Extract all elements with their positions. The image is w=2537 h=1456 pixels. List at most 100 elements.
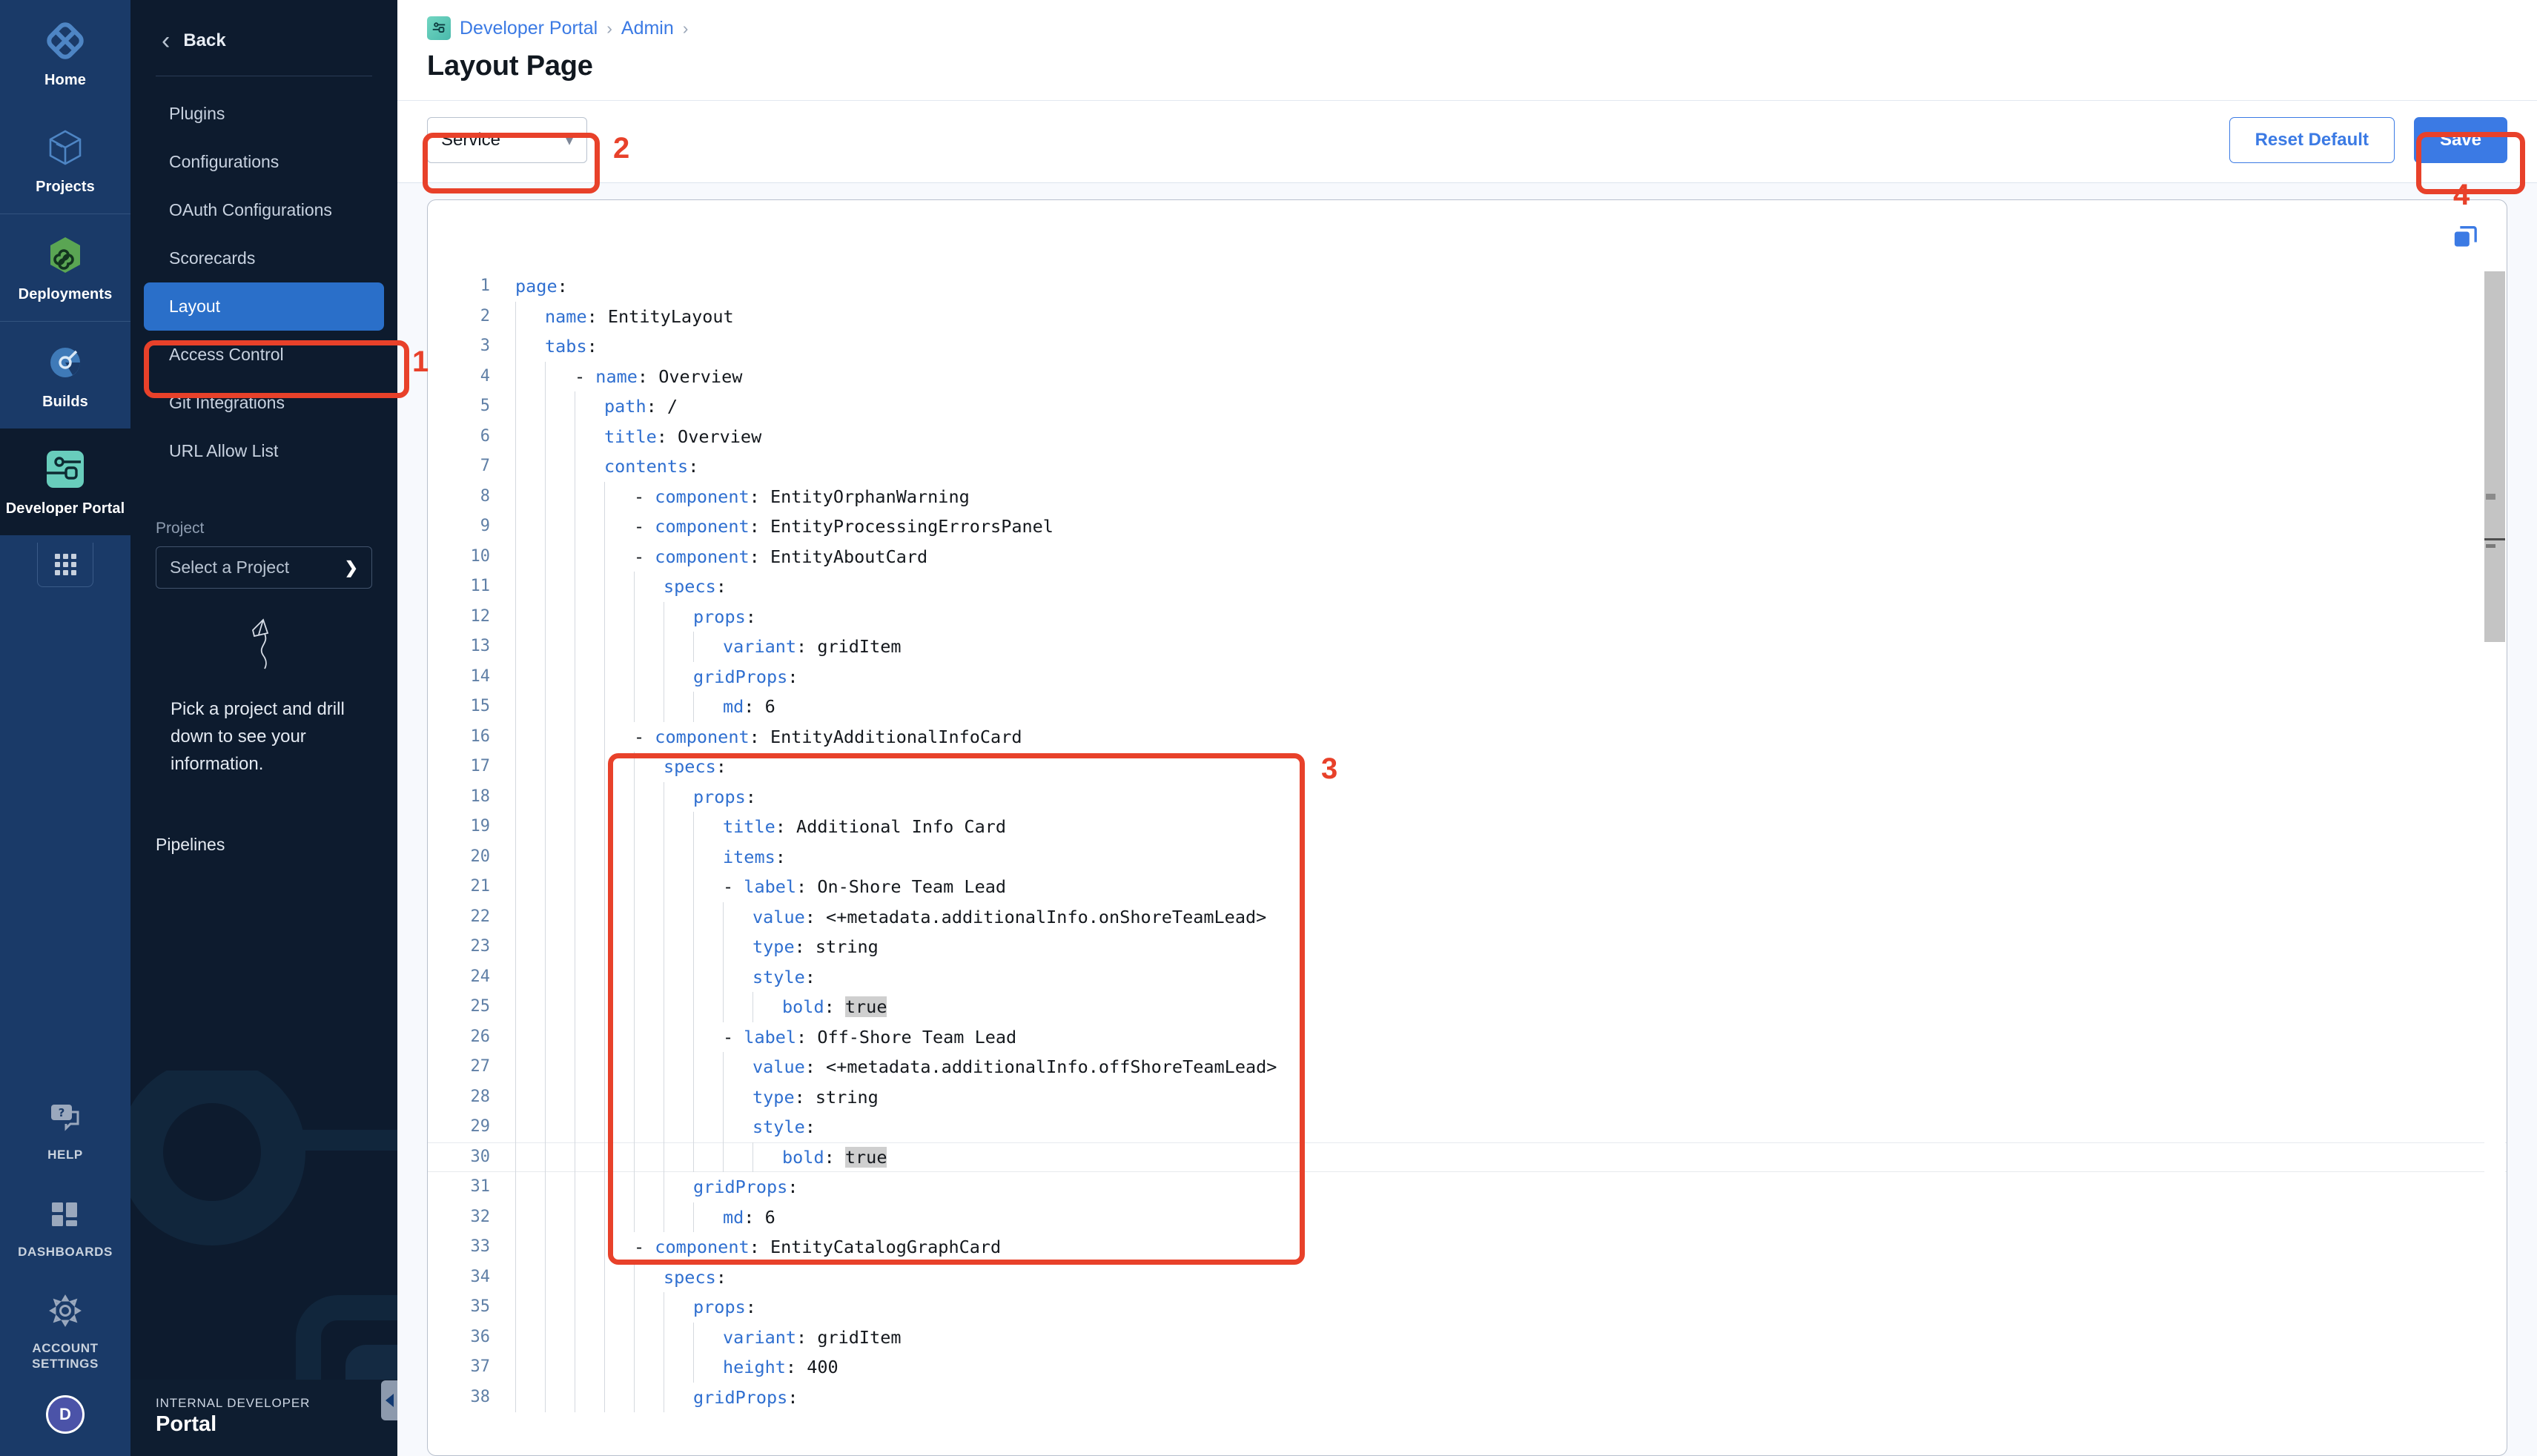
code-line[interactable]: 18props: bbox=[428, 782, 2507, 813]
toolbar-right: Reset Default Save bbox=[2229, 117, 2507, 163]
app-root: Home Projects Deployments Bu bbox=[0, 0, 2537, 1456]
yaml-editor[interactable]: 1page:2name: EntityLayout3tabs:4- name: … bbox=[427, 199, 2507, 1456]
line-number: 25 bbox=[428, 992, 509, 1022]
breadcrumb-item-admin[interactable]: Admin bbox=[621, 18, 674, 39]
sidebar-item-scorecards[interactable]: Scorecards bbox=[144, 234, 384, 282]
indent-guide bbox=[634, 1202, 635, 1233]
code-text: title: Overview bbox=[509, 422, 761, 452]
code-line[interactable]: 19title: Additional Info Card bbox=[428, 812, 2507, 842]
indent-guide bbox=[515, 1052, 516, 1082]
code-line[interactable]: 37height: 400 bbox=[428, 1352, 2507, 1383]
triangle-left-icon bbox=[386, 1394, 394, 1407]
code-line[interactable]: 5path: / bbox=[428, 391, 2507, 422]
code-line[interactable]: 26- label: Off-Shore Team Lead bbox=[428, 1022, 2507, 1053]
copy-icon[interactable] bbox=[2450, 222, 2480, 252]
save-button[interactable]: Save bbox=[2414, 117, 2507, 163]
indent-guide bbox=[634, 962, 635, 993]
apps-grid-icon[interactable] bbox=[37, 543, 93, 587]
code-content[interactable]: 1page:2name: EntityLayout3tabs:4- name: … bbox=[428, 271, 2507, 1455]
indent-guide bbox=[515, 1202, 516, 1233]
chevron-down-icon: ▾ bbox=[566, 131, 573, 150]
collapse-sidebar-button[interactable] bbox=[381, 1380, 397, 1420]
code-line[interactable]: 13variant: gridItem bbox=[428, 632, 2507, 662]
indent-guide bbox=[515, 1383, 516, 1413]
indent-guide bbox=[545, 1082, 546, 1113]
sidebar-item-pipelines[interactable]: Pipelines bbox=[130, 778, 397, 855]
code-line[interactable]: 24style: bbox=[428, 962, 2507, 993]
code-line[interactable]: 9- component: EntityProcessingErrorsPane… bbox=[428, 512, 2507, 542]
code-line[interactable]: 1page: bbox=[428, 271, 2507, 302]
code-line[interactable]: 34specs: bbox=[428, 1263, 2507, 1293]
code-line[interactable]: 33- component: EntityCatalogGraphCard bbox=[428, 1232, 2507, 1263]
rail-item-builds[interactable]: Builds bbox=[0, 322, 130, 428]
code-line[interactable]: 16- component: EntityAdditionalInfoCard bbox=[428, 722, 2507, 752]
code-line[interactable]: 20items: bbox=[428, 842, 2507, 873]
yaml-separator: : bbox=[744, 696, 764, 717]
yaml-separator: : bbox=[750, 516, 770, 537]
scrollbar-thumb[interactable] bbox=[2484, 271, 2505, 642]
code-line[interactable]: 32md: 6 bbox=[428, 1202, 2507, 1233]
code-line[interactable]: 7contents: bbox=[428, 451, 2507, 482]
code-line[interactable]: 29style: bbox=[428, 1112, 2507, 1142]
code-tokens: props: bbox=[515, 606, 756, 627]
code-line[interactable]: 10- component: EntityAboutCard bbox=[428, 542, 2507, 572]
sidebar-item-configurations[interactable]: Configurations bbox=[144, 138, 384, 186]
code-line[interactable]: 8- component: EntityOrphanWarning bbox=[428, 482, 2507, 512]
code-line[interactable]: 6title: Overview bbox=[428, 422, 2507, 452]
brand-top-label: INTERNAL DEVELOPER bbox=[156, 1396, 372, 1411]
line-number: 37 bbox=[428, 1352, 509, 1383]
entity-type-select[interactable]: Service ▾ bbox=[427, 117, 587, 163]
code-text: - component: EntityAdditionalInfoCard bbox=[509, 722, 1022, 752]
code-line[interactable]: 12props: bbox=[428, 602, 2507, 632]
code-line[interactable]: 2name: EntityLayout bbox=[428, 302, 2507, 332]
rail-item-account-settings[interactable]: ACCOUNT SETTINGS bbox=[0, 1273, 130, 1385]
rail-item-home[interactable]: Home bbox=[0, 0, 130, 107]
sidebar-item-access-control[interactable]: Access Control bbox=[144, 331, 384, 379]
code-line[interactable]: 23type: string bbox=[428, 932, 2507, 962]
project-select[interactable]: Select a Project ❯ bbox=[156, 546, 372, 589]
code-line[interactable]: 22value: <+metadata.additionalInfo.onSho… bbox=[428, 902, 2507, 933]
rail-item-dashboards[interactable]: DASHBOARDS bbox=[0, 1177, 130, 1273]
sidebar-item-plugins[interactable]: Plugins bbox=[144, 90, 384, 138]
back-button[interactable]: ‹ Back bbox=[130, 0, 397, 76]
reset-default-button[interactable]: Reset Default bbox=[2229, 117, 2395, 163]
code-line[interactable]: 28type: string bbox=[428, 1082, 2507, 1113]
code-line[interactable]: 36variant: gridItem bbox=[428, 1323, 2507, 1353]
rail-item-developer-portal[interactable]: Developer Portal bbox=[0, 428, 130, 535]
rail-bottom-items: ? HELP DASHBOARDS ACCOUNT SETTINGS D bbox=[0, 1079, 130, 1456]
code-text: variant: gridItem bbox=[509, 632, 902, 662]
indent-guide bbox=[515, 422, 516, 452]
code-line[interactable]: 15md: 6 bbox=[428, 692, 2507, 722]
breadcrumb-item-developer-portal[interactable]: Developer Portal bbox=[460, 18, 598, 39]
code-line[interactable]: 38gridProps: bbox=[428, 1383, 2507, 1413]
sidebar-item-oauth-configurations[interactable]: OAuth Configurations bbox=[144, 186, 384, 234]
sidebar-item-git-integrations[interactable]: Git Integrations bbox=[144, 379, 384, 427]
code-line[interactable]: 21- label: On-Shore Team Lead bbox=[428, 872, 2507, 902]
code-line[interactable]: 27value: <+metadata.additionalInfo.offSh… bbox=[428, 1052, 2507, 1082]
indent-guide bbox=[604, 1263, 605, 1293]
code-line[interactable]: 3tabs: bbox=[428, 331, 2507, 362]
code-line[interactable]: 17specs: bbox=[428, 752, 2507, 782]
indent-guide bbox=[723, 932, 724, 962]
editor-scrollbar[interactable] bbox=[2484, 271, 2505, 1454]
code-line[interactable]: 11specs: bbox=[428, 572, 2507, 602]
rail-item-help[interactable]: ? HELP bbox=[0, 1079, 130, 1176]
indent-guide bbox=[545, 932, 546, 962]
code-line[interactable]: 30bold: true bbox=[428, 1142, 2507, 1173]
indent-guide bbox=[515, 1232, 516, 1263]
rail-item-projects[interactable]: Projects bbox=[0, 107, 130, 214]
yaml-separator: : bbox=[775, 816, 796, 837]
code-line[interactable]: 14gridProps: bbox=[428, 662, 2507, 692]
avatar[interactable]: D bbox=[46, 1395, 85, 1434]
sidebar-item-url-allow-list[interactable]: URL Allow List bbox=[144, 427, 384, 475]
indent-guide bbox=[634, 842, 635, 873]
project-select-value: Select a Project bbox=[170, 557, 289, 578]
sidebar-item-layout[interactable]: Layout bbox=[144, 282, 384, 331]
code-text: bold: true bbox=[509, 992, 887, 1022]
rail-item-deployments[interactable]: Deployments bbox=[0, 214, 130, 321]
code-line[interactable]: 31gridProps: bbox=[428, 1172, 2507, 1202]
code-line[interactable]: 25bold: true bbox=[428, 992, 2507, 1022]
code-line[interactable]: 4- name: Overview bbox=[428, 362, 2507, 392]
yaml-key: component bbox=[655, 486, 749, 507]
code-line[interactable]: 35props: bbox=[428, 1292, 2507, 1323]
